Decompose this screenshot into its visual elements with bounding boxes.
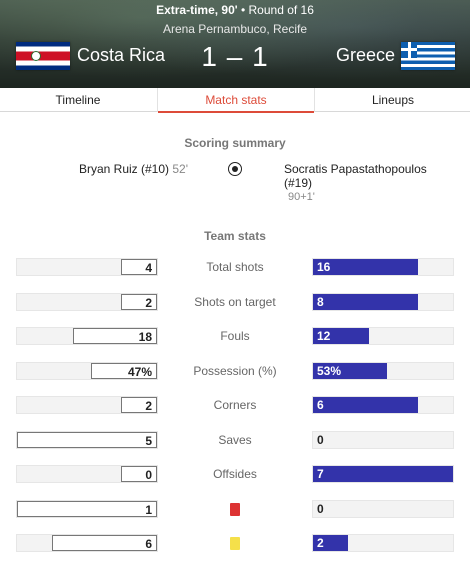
stat-label: Corners	[213, 398, 257, 412]
home-stat-bar: 2	[121, 293, 157, 310]
home-stat-value: 6	[145, 537, 152, 551]
home-stat-bar: 1	[17, 500, 157, 517]
away-goal-minute: 90+1'	[288, 191, 315, 203]
home-scorer-name: Bryan Ruiz (#10)	[78, 162, 170, 176]
match-status-line: Extra-time, 90' • Round of 16	[0, 3, 470, 17]
home-scorer[interactable]: Bryan Ruiz (#10) 52'	[79, 162, 188, 176]
away-stat-bar	[313, 466, 453, 482]
home-stat-value: 4	[145, 261, 152, 275]
greece-flag-icon	[401, 42, 455, 70]
stat-row: 62	[0, 533, 470, 553]
away-stat-bar	[313, 397, 418, 413]
away-team-name[interactable]: Greece	[336, 45, 395, 66]
home-stat-track: 5	[16, 430, 158, 449]
away-stat-track: 7	[312, 465, 454, 483]
stat-label: Fouls	[220, 329, 250, 343]
stat-row: 2 Corners 6	[0, 395, 470, 415]
scoring-summary-title: Scoring summary	[184, 136, 286, 150]
home-stat-value: 47%	[127, 364, 152, 379]
away-stat-value: 16	[317, 260, 331, 274]
tab-bar: Timeline Match stats Lineups	[0, 88, 470, 113]
status-separator: •	[237, 3, 249, 17]
tab-timeline[interactable]: Timeline	[0, 88, 156, 112]
away-stat-value: 53%	[317, 363, 342, 378]
away-scorer-name[interactable]: Socratis Papastathopoulos (#19)	[284, 162, 444, 190]
home-stat-value: 2	[145, 399, 152, 413]
away-stat-track: 2	[312, 534, 454, 552]
match-venue: Arena Pernambuco, Recife	[162, 22, 308, 36]
yellow-card-icon	[230, 537, 240, 550]
home-stat-track: 47%	[16, 361, 158, 380]
match-score: 1 – 1	[201, 41, 269, 72]
away-stat-bar	[313, 293, 418, 310]
home-stat-value: 5	[145, 433, 152, 448]
away-stat-track: 8	[312, 292, 454, 311]
stat-label: Possession (%)	[193, 363, 277, 378]
home-stat-value: 18	[138, 330, 152, 344]
stat-row: 10	[0, 499, 470, 519]
stat-label: Total shots	[206, 260, 264, 274]
away-stat-value: 12	[317, 329, 331, 343]
home-stat-value: 2	[145, 295, 152, 310]
team-stats-title: Team stats	[204, 229, 266, 243]
stat-label: Offsides	[213, 467, 257, 481]
stat-row: 0 Offsides 7	[0, 464, 470, 484]
home-stat-bar: 5	[17, 431, 157, 448]
home-stat-track: 0	[16, 465, 158, 483]
away-stat-value: 0	[317, 501, 324, 516]
stat-row: 18 Fouls 12	[0, 326, 470, 346]
home-stat-value: 1	[145, 502, 152, 517]
away-stat-track: 16	[312, 258, 454, 276]
away-stat-value: 6	[317, 398, 324, 412]
away-stat-value: 7	[317, 467, 324, 481]
home-stat-track: 2	[16, 292, 158, 311]
home-stat-bar: 47%	[91, 362, 157, 379]
home-stat-track: 2	[16, 396, 158, 414]
away-stat-track: 0	[312, 499, 454, 518]
stat-label: Saves	[218, 432, 252, 447]
home-stat-bar: 18	[73, 328, 157, 344]
home-stat-value: 0	[145, 468, 152, 482]
away-stat-value: 2	[317, 536, 324, 550]
away-stat-track: 0	[312, 430, 454, 449]
match-round: Round of 16	[248, 3, 314, 17]
away-stat-value: 8	[317, 294, 324, 309]
stat-label: Shots on target	[194, 294, 276, 309]
stat-row: 47% Possession (%) 53%	[0, 361, 470, 381]
tab-lineups[interactable]: Lineups	[316, 88, 470, 112]
home-stat-track: 1	[16, 499, 158, 518]
match-header: Extra-time, 90' • Round of 16 Arena Pern…	[0, 0, 470, 88]
away-stat-value: 0	[317, 432, 324, 447]
away-stat-track: 12	[312, 327, 454, 345]
home-stat-bar: 6	[52, 535, 157, 551]
home-stat-track: 6	[16, 534, 158, 552]
tab-match-stats[interactable]: Match stats	[157, 88, 315, 113]
red-card-icon	[230, 502, 240, 516]
stat-row: 5 Saves 0	[0, 430, 470, 450]
home-goal-minute: 52'	[172, 162, 188, 176]
away-stat-track: 6	[312, 396, 454, 414]
home-stat-bar: 0	[121, 466, 157, 482]
home-stat-bar: 2	[121, 397, 157, 413]
home-stat-track: 4	[16, 258, 158, 276]
stat-row: 4 Total shots 16	[0, 257, 470, 277]
soccer-ball-icon	[228, 162, 242, 176]
away-stat-track: 53%	[312, 361, 454, 380]
stat-row: 2 Shots on target 8	[0, 292, 470, 312]
home-stat-track: 18	[16, 327, 158, 345]
match-status: Extra-time, 90'	[156, 3, 238, 17]
home-stat-bar: 4	[121, 259, 157, 275]
